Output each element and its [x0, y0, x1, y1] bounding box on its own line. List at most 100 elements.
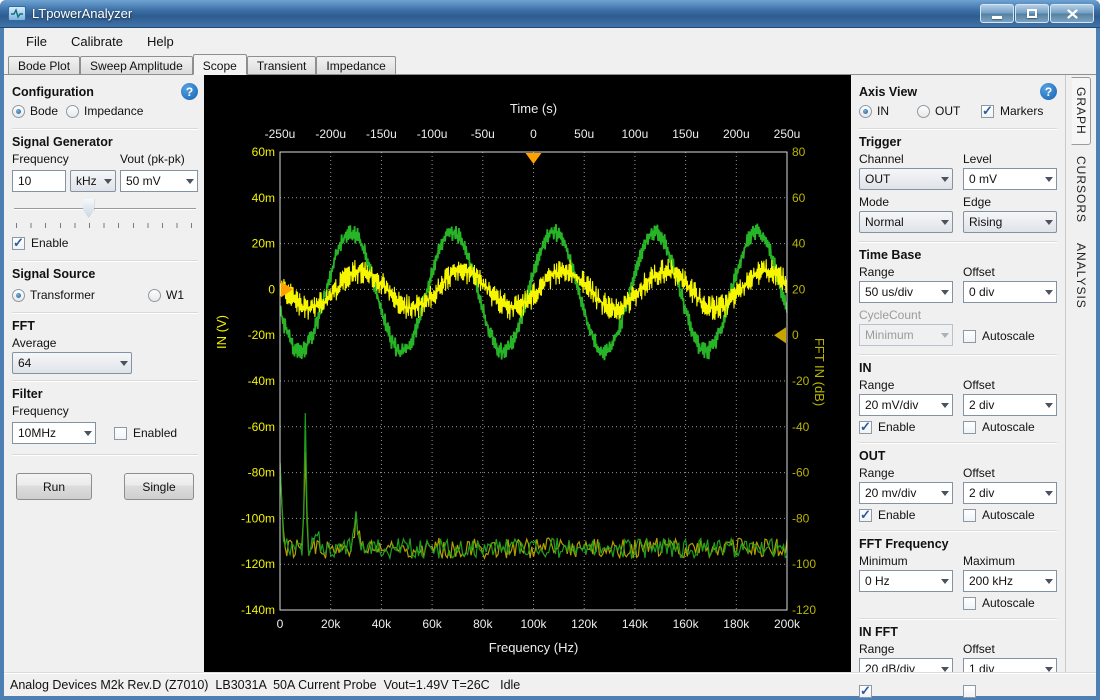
svg-text:40m: 40m [252, 191, 275, 205]
fft-frequency-section: FFT Frequency Minimum 0 Hz Maximum [859, 535, 1057, 619]
fft-minimum-select[interactable]: 0 Hz [859, 570, 953, 592]
maximize-button[interactable] [1015, 4, 1049, 23]
time-base-range-select[interactable]: 50 us/div [859, 281, 953, 303]
trigger-channel-select[interactable]: OUT [859, 168, 953, 190]
fft-average-select[interactable]: 64 [12, 352, 132, 374]
checkbox-icon [963, 421, 976, 434]
checkbox-icon [114, 427, 127, 440]
tab-transient[interactable]: Transient [247, 56, 317, 74]
scope-canvas[interactable]: -250u-200u-150u-100u-50u050u100u150u200u… [204, 75, 851, 672]
help-icon[interactable] [181, 83, 198, 100]
svg-text:180k: 180k [723, 617, 750, 631]
tabstrip: Bode Plot Sweep Amplitude Scope Transien… [4, 54, 1096, 75]
run-button[interactable]: Run [16, 473, 92, 500]
out-range-label: Range [859, 466, 953, 480]
in-autoscale-checkbox[interactable]: Autoscale [963, 420, 1057, 434]
fft-frequency-autoscale-checkbox[interactable]: Autoscale [963, 596, 1057, 610]
in-enable-checkbox[interactable]: Enable [859, 420, 953, 434]
svg-text:250u: 250u [774, 127, 801, 141]
w1-radio[interactable]: W1 [148, 288, 184, 302]
titlebar[interactable]: LTpowerAnalyzer [0, 0, 1100, 28]
scope-plot[interactable]: -250u-200u-150u-100u-50u050u100u150u200u… [204, 75, 851, 672]
side-tab-graph[interactable]: GRAPH [1071, 77, 1091, 145]
svg-text:150u: 150u [672, 127, 699, 141]
signal-generator-enable-checkbox[interactable]: Enable [12, 236, 68, 250]
menubar: File Calibrate Help [4, 28, 1096, 54]
tab-bode-plot[interactable]: Bode Plot [8, 56, 80, 74]
slider-thumb[interactable] [83, 199, 94, 218]
filter-frequency-select[interactable]: 10MHz [12, 422, 96, 444]
vout-select[interactable]: 50 mV [120, 170, 198, 192]
side-tab-analysis[interactable]: ANALYSIS [1072, 234, 1090, 318]
tab-scope[interactable]: Scope [193, 54, 247, 75]
svg-text:-200u: -200u [315, 127, 346, 141]
trigger-edge-select[interactable]: Rising [963, 211, 1057, 233]
out-range-select[interactable]: 20 mv/div [859, 482, 953, 504]
fft-maximum-select[interactable]: 200 kHz [963, 570, 1057, 592]
axis-view-section: Axis View IN OUT [859, 81, 1057, 129]
menu-calibrate[interactable]: Calibrate [61, 31, 133, 52]
svg-text:0: 0 [792, 328, 799, 342]
radio-icon [859, 105, 872, 118]
trigger-mode-select[interactable]: Normal [859, 211, 953, 233]
chevron-down-icon [1045, 403, 1053, 408]
svg-text:60m: 60m [252, 145, 275, 159]
svg-text:120k: 120k [571, 617, 598, 631]
out-offset-select[interactable]: 2 div [963, 482, 1057, 504]
filter-title: Filter [12, 387, 198, 401]
svg-text:-60: -60 [792, 466, 810, 480]
in-fft-offset-label: Offset [963, 642, 1057, 656]
autoscale-label: Autoscale [982, 329, 1035, 343]
in-range-select[interactable]: 20 mV/div [859, 394, 953, 416]
trigger-mode-label: Mode [859, 195, 953, 209]
checkbox-icon [963, 509, 976, 522]
transformer-radio[interactable]: Transformer [12, 288, 95, 302]
in-offset-select[interactable]: 2 div [963, 394, 1057, 416]
svg-text:-100m: -100m [241, 511, 275, 525]
in-fft-range-label: Range [859, 642, 953, 656]
cyclecount-select: Minimum [859, 324, 953, 346]
axis-in-radio[interactable]: IN [859, 104, 917, 118]
in-title: IN [859, 361, 1057, 375]
out-section: OUT Range 20 mv/div Offset 2 [859, 447, 1057, 531]
trigger-level-select[interactable]: 0 mV [963, 168, 1057, 190]
time-base-offset-select[interactable]: 0 div [963, 281, 1057, 303]
trigger-title: Trigger [859, 135, 1057, 149]
out-autoscale-checkbox[interactable]: Autoscale [963, 508, 1057, 522]
checkbox-icon [859, 421, 872, 434]
out-enable-checkbox[interactable]: Enable [859, 508, 953, 522]
frequency-unit-select[interactable]: kHz [70, 170, 116, 192]
tab-sweep-amplitude[interactable]: Sweep Amplitude [80, 56, 193, 74]
side-tab-cursors[interactable]: CURSORS [1072, 147, 1090, 232]
configuration-title: Configuration [12, 85, 94, 99]
svg-text:80: 80 [792, 145, 806, 159]
axis-out-label: OUT [935, 104, 960, 118]
time-base-autoscale-checkbox[interactable]: Autoscale [963, 329, 1035, 343]
filter-enabled-checkbox[interactable]: Enabled [114, 426, 177, 440]
tab-impedance[interactable]: Impedance [316, 56, 395, 74]
close-button[interactable] [1050, 4, 1094, 23]
menu-help[interactable]: Help [137, 31, 184, 52]
app-icon [8, 6, 26, 21]
checkbox-icon [859, 509, 872, 522]
single-button[interactable]: Single [124, 473, 194, 500]
minimize-button[interactable] [980, 4, 1014, 23]
impedance-radio[interactable]: Impedance [66, 104, 143, 118]
svg-text:-100u: -100u [417, 127, 448, 141]
svg-text:200k: 200k [774, 617, 801, 631]
svg-text:-60m: -60m [248, 420, 275, 434]
help-icon[interactable] [1040, 83, 1057, 100]
chevron-down-icon [941, 667, 949, 672]
bode-radio[interactable]: Bode [12, 104, 58, 118]
menu-file[interactable]: File [16, 31, 57, 52]
frequency-input[interactable]: 10 [12, 170, 66, 192]
markers-checkbox[interactable]: Markers [981, 104, 1043, 118]
frequency-slider[interactable] [14, 198, 196, 220]
svg-text:-80: -80 [792, 511, 810, 525]
svg-text:-100: -100 [792, 557, 816, 571]
trigger-channel-label: Channel [859, 152, 953, 166]
slider-track[interactable] [14, 208, 196, 210]
axis-out-radio[interactable]: OUT [917, 104, 981, 118]
chevron-down-icon [1045, 290, 1053, 295]
axis-view-title: Axis View [859, 85, 917, 99]
